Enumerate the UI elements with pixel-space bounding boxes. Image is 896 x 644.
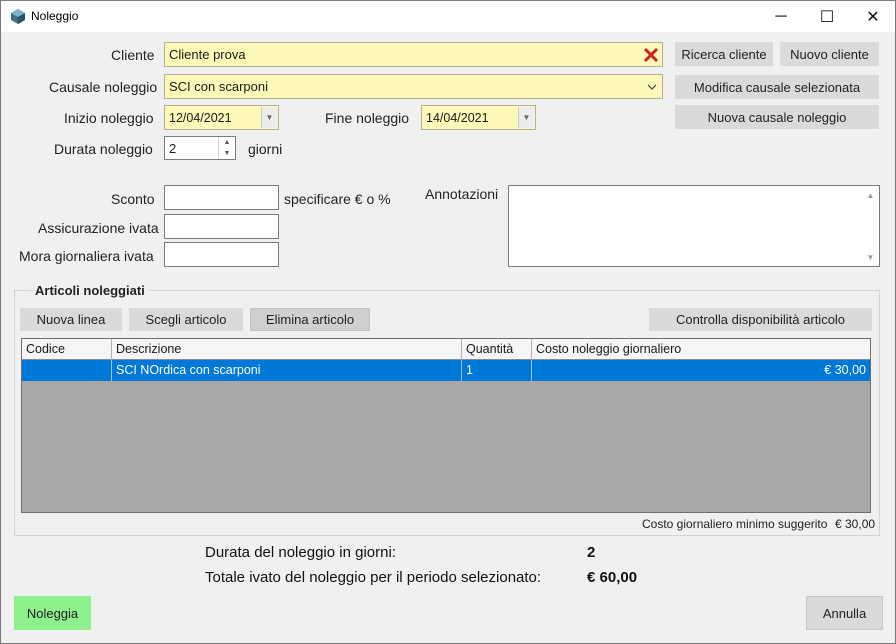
- scegli-articolo-button[interactable]: Scegli articolo: [129, 308, 243, 331]
- maximize-icon: ☐: [819, 8, 835, 26]
- fine-value: 14/04/2021: [426, 111, 489, 125]
- ricerca-cliente-button[interactable]: Ricerca cliente: [675, 42, 773, 66]
- nuova-linea-button[interactable]: Nuova linea: [20, 308, 122, 331]
- close-icon: ✕: [866, 8, 880, 26]
- summary-totale-value: € 60,00: [587, 569, 638, 586]
- minimize-icon: ─: [775, 7, 787, 25]
- spin-up-icon[interactable]: ▲: [219, 137, 235, 148]
- cliente-field[interactable]: Cliente prova: [164, 42, 663, 67]
- durata-value: 2: [169, 141, 177, 156]
- chevron-down-icon: [647, 84, 657, 90]
- table-row[interactable]: SCI NOrdica con scarponi 1 € 30,00: [22, 360, 870, 381]
- annotazioni-textarea[interactable]: ▲ ▼: [508, 185, 880, 267]
- scroll-up-icon[interactable]: ▲: [862, 188, 879, 202]
- articoli-grid[interactable]: Codice Descrizione Quantità Costo nolegg…: [21, 338, 871, 513]
- articoli-title: Articoli noleggiati: [31, 283, 149, 298]
- grid-header: Codice Descrizione Quantità Costo nolegg…: [22, 339, 870, 360]
- assicurazione-field[interactable]: [164, 214, 279, 239]
- assicurazione-label: Assicurazione ivata: [38, 220, 159, 236]
- modifica-causale-button[interactable]: Modifica causale selezionata: [675, 75, 879, 99]
- mora-label: Mora giornaliera ivata: [19, 248, 154, 264]
- column-header-costo[interactable]: Costo noleggio giornaliero: [532, 339, 870, 360]
- sconto-field[interactable]: [164, 185, 279, 210]
- cliente-value: Cliente prova: [169, 47, 246, 62]
- costo-minimo-value: € 30,00: [835, 517, 876, 531]
- causale-select[interactable]: SCI con scarponi: [164, 74, 663, 99]
- noleggia-button[interactable]: Noleggia: [14, 596, 91, 630]
- minimize-button[interactable]: ─: [758, 1, 804, 32]
- causale-label: Causale noleggio: [49, 79, 158, 95]
- costo-minimo-label: Costo giornaliero minimo suggerito: [642, 517, 828, 531]
- sconto-hint: specificare € o %: [284, 191, 391, 207]
- inizio-date-picker[interactable]: 12/04/2021 ▼: [164, 105, 279, 130]
- controlla-disponibilita-button[interactable]: Controlla disponibilità articolo: [649, 308, 872, 331]
- inizio-value: 12/04/2021: [169, 111, 232, 125]
- durata-stepper[interactable]: 2 ▲ ▼: [164, 136, 236, 160]
- annulla-button[interactable]: Annulla: [806, 596, 883, 630]
- app-icon: [11, 9, 25, 24]
- fine-dropdown-icon[interactable]: ▼: [518, 107, 534, 128]
- durata-spin-buttons[interactable]: ▲ ▼: [218, 137, 235, 159]
- column-header-descrizione[interactable]: Descrizione: [112, 339, 462, 360]
- clear-cliente-icon[interactable]: [643, 47, 659, 63]
- sconto-label: Sconto: [111, 191, 155, 207]
- durata-unit: giorni: [248, 141, 283, 157]
- inizio-label: Inizio noleggio: [64, 110, 154, 126]
- annotazioni-scrollbar[interactable]: ▲ ▼: [862, 186, 879, 266]
- cell-codice[interactable]: [22, 360, 112, 381]
- fine-date-picker[interactable]: 14/04/2021 ▼: [421, 105, 536, 130]
- inizio-dropdown-icon[interactable]: ▼: [261, 107, 277, 128]
- rental-window: Noleggio ─ ☐ ✕ Cliente Cliente prova Ric…: [0, 0, 896, 644]
- elimina-articolo-button[interactable]: Elimina articolo: [250, 308, 370, 331]
- summary-totale-label: Totale ivato del noleggio per il periodo…: [205, 569, 542, 586]
- title-bar[interactable]: Noleggio ─ ☐ ✕: [1, 1, 895, 32]
- annotazioni-label: Annotazioni: [425, 186, 499, 202]
- column-header-quantita[interactable]: Quantità: [462, 339, 532, 360]
- cell-quantita[interactable]: 1: [462, 360, 532, 381]
- column-header-codice[interactable]: Codice: [22, 339, 112, 360]
- window-title: Noleggio: [31, 9, 79, 23]
- fine-label: Fine noleggio: [325, 110, 410, 126]
- nuova-causale-button[interactable]: Nuova causale noleggio: [675, 105, 879, 129]
- durata-label: Durata noleggio: [54, 141, 153, 157]
- cliente-label: Cliente: [111, 47, 155, 63]
- cell-descrizione[interactable]: SCI NOrdica con scarponi: [112, 360, 462, 381]
- scroll-down-icon[interactable]: ▼: [862, 250, 879, 264]
- causale-value: SCI con scarponi: [169, 79, 268, 94]
- summary-durata-value: 2: [587, 544, 596, 561]
- mora-field[interactable]: [164, 242, 279, 267]
- spin-down-icon[interactable]: ▼: [219, 148, 235, 159]
- nuovo-cliente-button[interactable]: Nuovo cliente: [780, 42, 879, 66]
- close-button[interactable]: ✕: [850, 1, 896, 32]
- summary-durata-label: Durata del noleggio in giorni:: [205, 544, 396, 561]
- maximize-button[interactable]: ☐: [804, 1, 850, 32]
- cell-costo[interactable]: € 30,00: [532, 360, 870, 381]
